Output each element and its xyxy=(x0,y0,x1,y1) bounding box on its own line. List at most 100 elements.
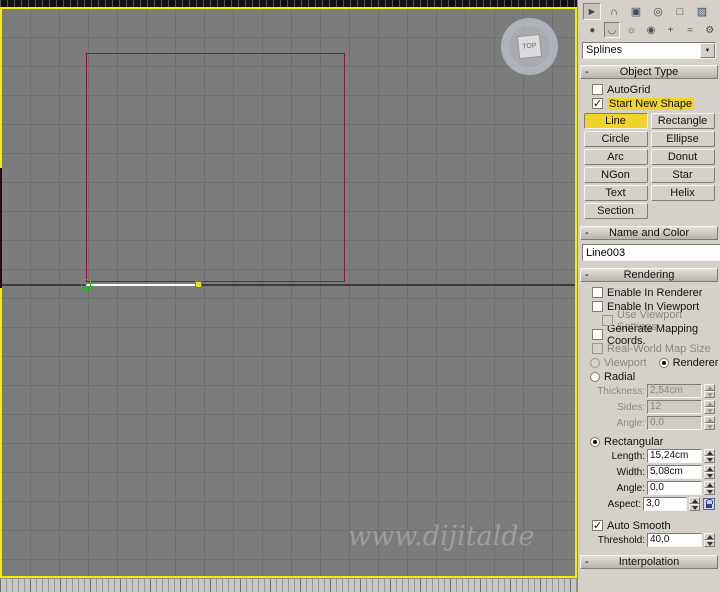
helpers-icon[interactable]: + xyxy=(662,22,679,38)
shape-type-dropdown-value: Splines xyxy=(586,44,623,56)
viewport-radio-label: Viewport xyxy=(604,356,647,369)
utilities-tab-icon[interactable]: ▨ xyxy=(693,3,711,20)
rectangular-radio-label: Rectangular xyxy=(604,435,664,448)
watermark-text: www.dijitalde xyxy=(348,521,535,552)
section-button[interactable]: Section xyxy=(583,203,648,219)
space-warps-icon[interactable]: ≈ xyxy=(682,22,699,38)
chevron-down-icon[interactable]: ▼ xyxy=(700,43,715,58)
create-category-icons: ● ◡ ☼ ◉ + ≈ ⚙ xyxy=(578,21,720,40)
angle-rect-spinner[interactable] xyxy=(704,481,715,495)
line-in-progress xyxy=(86,284,200,286)
start-new-shape-checkbox[interactable] xyxy=(592,97,603,110)
helix-button[interactable]: Helix xyxy=(650,185,715,201)
viewport-radio-group: Viewport xyxy=(590,357,647,369)
width-spinner[interactable] xyxy=(704,465,715,479)
view-rotation-gizmo[interactable]: TOP xyxy=(501,18,558,75)
enable-in-renderer-label: Enable In Renderer xyxy=(607,286,703,299)
width-label: Width: xyxy=(616,466,645,478)
enable-in-viewport-checkbox[interactable] xyxy=(592,301,603,312)
ellipse-button[interactable]: Ellipse xyxy=(650,131,715,147)
text-button[interactable]: Text xyxy=(583,185,648,201)
star-button[interactable]: Star xyxy=(650,167,715,183)
line-start-vertex-marker xyxy=(81,279,91,289)
viewport-radio xyxy=(590,357,600,368)
length-spinner[interactable] xyxy=(704,449,715,463)
motion-tab-icon[interactable]: ◎ xyxy=(649,3,667,20)
object-name-input[interactable] xyxy=(582,244,720,261)
rollout-collapse-icon: - xyxy=(585,227,589,239)
rectangle-button[interactable]: Rectangle xyxy=(650,113,715,129)
rollout-object-type[interactable]: - Object Type xyxy=(580,65,718,79)
object-type-buttons: Line Rectangle Circle Ellipse Arc Donut … xyxy=(578,113,720,219)
geometry-icon[interactable]: ● xyxy=(584,22,601,38)
angle-rect-field[interactable]: 0,0 xyxy=(647,481,702,495)
angle-radial-value: 0,0 xyxy=(650,417,664,428)
thickness-label: Thickness: xyxy=(597,385,645,397)
rollout-name-and-color[interactable]: - Name and Color xyxy=(580,226,718,240)
generate-mapping-coords-checkbox[interactable] xyxy=(592,329,603,340)
threshold-value: 40,0 xyxy=(650,534,670,545)
systems-icon[interactable]: ⚙ xyxy=(701,22,718,38)
sides-value: 12 xyxy=(650,401,662,412)
rollout-object-type-label: Object Type xyxy=(619,66,679,78)
autogrid-checkbox[interactable] xyxy=(592,84,603,95)
auto-smooth-checkbox[interactable] xyxy=(592,519,603,532)
auto-smooth-label: Auto Smooth xyxy=(607,519,671,532)
aspect-lock-icon[interactable] xyxy=(703,498,715,510)
rectangular-radio[interactable] xyxy=(590,436,600,447)
rollout-collapse-icon: - xyxy=(585,556,589,568)
aspect-spinner[interactable] xyxy=(689,497,700,511)
viewport-top[interactable]: TOP www.dijitalde xyxy=(0,7,577,578)
length-field[interactable]: 15,24cm xyxy=(647,449,702,463)
width-field[interactable]: 5,08cm xyxy=(647,465,702,479)
angle-radial-label: Angle: xyxy=(616,417,645,429)
line-button[interactable]: Line xyxy=(583,113,648,129)
arc-button[interactable]: Arc xyxy=(583,149,648,165)
rollout-rendering[interactable]: - Rendering xyxy=(580,268,718,282)
hierarchy-tab-icon[interactable]: ▣ xyxy=(627,3,645,20)
shape-type-dropdown[interactable]: Splines ▼ xyxy=(582,42,716,59)
spline-rectangle-shape xyxy=(86,53,345,282)
modify-tab-icon[interactable]: ∩ xyxy=(605,3,623,20)
radial-radio-label: Radial xyxy=(604,370,636,383)
enable-in-renderer-checkbox[interactable] xyxy=(592,287,603,298)
donut-button[interactable]: Donut xyxy=(650,149,715,165)
threshold-spinner[interactable] xyxy=(704,533,715,547)
rollout-rendering-label: Rendering xyxy=(623,269,675,281)
thickness-field: 2,54cm xyxy=(647,384,702,398)
top-ruler xyxy=(0,0,577,7)
angle-rect-value: 0,0 xyxy=(650,482,664,493)
rollout-name-and-color-label: Name and Color xyxy=(608,227,690,239)
ngon-button[interactable]: NGon xyxy=(583,167,648,183)
circle-button[interactable]: Circle xyxy=(583,131,648,147)
angle-radial-field: 0,0 xyxy=(647,416,702,430)
view-rotation-gizmo-face[interactable]: TOP xyxy=(516,33,543,60)
thickness-value: 2,54cm xyxy=(650,385,683,396)
use-viewport-settings-checkbox xyxy=(602,315,613,326)
lights-icon[interactable]: ☼ xyxy=(623,22,640,38)
display-tab-icon[interactable]: □ xyxy=(671,3,689,20)
angle-radial-spinner xyxy=(704,416,715,430)
autogrid-label: AutoGrid xyxy=(607,83,651,96)
length-label: Length: xyxy=(611,450,645,462)
angle-rect-label: Angle: xyxy=(616,482,645,494)
command-panel: ► ∩ ▣ ◎ □ ▨ ● ◡ ☼ ◉ + ≈ ⚙ Splines ▼ - Ob… xyxy=(577,0,720,592)
renderer-radio-label: Renderer xyxy=(672,356,719,369)
shapes-icon[interactable]: ◡ xyxy=(603,22,621,38)
threshold-label: Threshold: xyxy=(597,534,645,546)
aspect-value: 3,0 xyxy=(646,498,660,509)
create-tab-icon[interactable]: ► xyxy=(583,3,601,20)
sides-spinner xyxy=(704,400,715,414)
aspect-field[interactable]: 3,0 xyxy=(643,497,687,511)
rollout-interpolation[interactable]: - Interpolation xyxy=(580,555,718,569)
width-value: 5,08cm xyxy=(650,466,683,477)
radial-radio[interactable] xyxy=(590,371,600,382)
real-world-map-size-checkbox xyxy=(592,343,603,354)
command-panel-tabs: ► ∩ ▣ ◎ □ ▨ xyxy=(578,0,720,21)
real-world-map-size-label: Real-World Map Size xyxy=(607,342,711,355)
cameras-icon[interactable]: ◉ xyxy=(643,22,660,38)
track-bar-ruler[interactable] xyxy=(0,578,577,592)
renderer-radio[interactable] xyxy=(658,357,669,368)
threshold-field[interactable]: 40,0 xyxy=(647,533,702,547)
thickness-spinner xyxy=(704,384,715,398)
